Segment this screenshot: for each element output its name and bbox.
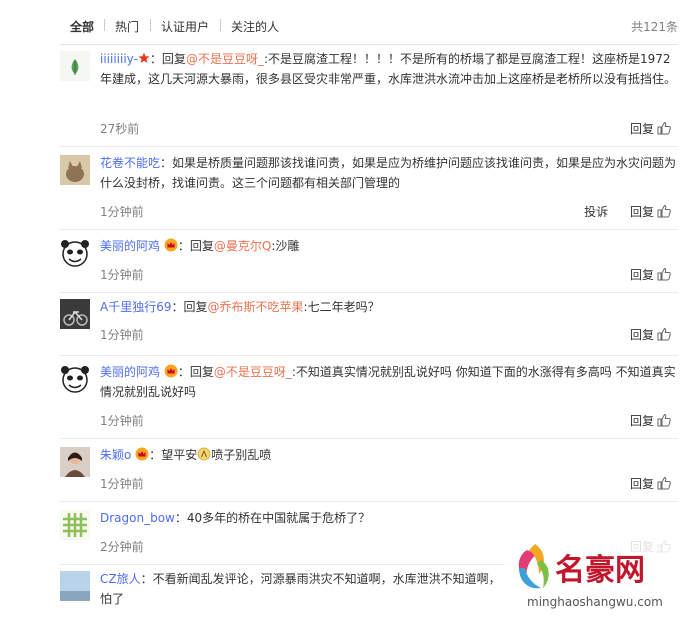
comment-item: 朱颖o ：望平安 喷子别乱喷 1分钟前 回复 xyxy=(60,439,678,502)
comment-username[interactable]: CZ旅人 xyxy=(100,572,141,586)
comment-username[interactable]: Dragon_bow xyxy=(100,511,175,525)
panda-meme-avatar[interactable] xyxy=(60,238,90,268)
comment-actions: 回复 xyxy=(612,412,654,429)
comment-item: 美丽的阿鸡 ：回复@不是豆豆呀_:不知道真实情况就别乱说好吗 你知道下面的水涨得… xyxy=(60,356,678,439)
comment-text: 朱颖o ：望平安 喷子别乱喷 xyxy=(100,447,272,462)
comment-time: 1分钟前 xyxy=(100,328,144,342)
comment-count: 共121条 xyxy=(631,20,678,34)
crown-badge-icon xyxy=(164,364,178,378)
reply-button[interactable]: 回复 xyxy=(630,205,654,219)
comment-time: 1分钟前 xyxy=(100,414,144,428)
comment-text: A千里独行69：回复@乔布斯不吃苹果:七二年老吗？ xyxy=(100,300,380,314)
tab-hot[interactable]: 热门 xyxy=(115,18,139,35)
site-watermark: 名豪网 minghaoshangwu.com xyxy=(505,530,690,614)
mention-link[interactable]: @不是豆豆呀_ xyxy=(214,365,292,379)
comment-text: Dragon_bow：40多年的桥在中国就属于危桥了？ xyxy=(100,511,371,525)
reply-button[interactable]: 回复 xyxy=(630,414,654,428)
reply-button[interactable]: 回复 xyxy=(630,328,654,342)
comment-item: 美丽的阿鸡 ：回复@曼克尔Q:沙雕 1分钟前 回复 xyxy=(60,230,678,293)
report-button[interactable]: 投诉 xyxy=(584,205,608,219)
comment-text: iiiiiiiiy- ：回复@不是豆豆呀_:不是豆腐渣工程！！！！不是所有的桥塌了… xyxy=(100,50,677,86)
thumbs-up-icon[interactable] xyxy=(656,120,672,136)
reply-button[interactable]: 回复 xyxy=(630,122,654,136)
mention-link[interactable]: @曼克尔Q xyxy=(214,239,271,253)
tab-all[interactable]: 全部 xyxy=(70,18,94,35)
comment-actions: 回复 xyxy=(612,475,654,492)
thumbs-up-icon[interactable] xyxy=(656,475,672,491)
watermark-logo-icon: 名豪网 minghaoshangwu.com xyxy=(505,530,690,614)
comment-time: 27秒前 xyxy=(100,122,140,136)
tab-separator xyxy=(220,19,221,31)
thumbs-up-icon[interactable] xyxy=(656,326,672,342)
reply-button[interactable]: 回复 xyxy=(630,268,654,282)
tab-following[interactable]: 关注的人 xyxy=(231,18,279,35)
leaf-avatar[interactable] xyxy=(60,51,90,81)
comment-text: 花卷不能吃：如果是桥质量问题那该找谁问责，如果是应为桥维护问题应该找谁问责，如果… xyxy=(100,156,677,190)
thumbs-up-icon[interactable] xyxy=(656,412,672,428)
comment-username[interactable]: A千里独行69 xyxy=(100,300,171,314)
mention-link[interactable]: @乔布斯不吃苹果 xyxy=(208,300,304,314)
comment-username[interactable]: 朱颖o xyxy=(100,448,131,462)
thumbs-up-icon[interactable] xyxy=(656,266,672,282)
pray-emoji-icon xyxy=(197,447,211,461)
motorbike-avatar[interactable] xyxy=(60,299,90,329)
thumbs-up-icon[interactable] xyxy=(656,203,672,219)
comment-text: 美丽的阿鸡 ：回复@不是豆豆呀_:不知道真实情况就别乱说好吗 你知道下面的水涨得… xyxy=(100,364,676,399)
panda-meme-avatar[interactable] xyxy=(60,364,90,394)
comment-actions: 回复 xyxy=(612,120,654,137)
comment-time: 2分钟前 xyxy=(100,540,144,554)
comment-time: 1分钟前 xyxy=(100,205,144,219)
comment-actions: 投诉 回复 xyxy=(566,203,654,220)
comment-text: 美丽的阿鸡 ：回复@曼克尔Q:沙雕 xyxy=(100,238,300,253)
comment-actions: 回复 xyxy=(612,326,654,343)
comment-username[interactable]: 美丽的阿鸡 xyxy=(100,239,160,253)
comment-item: A千里独行69：回复@乔布斯不吃苹果:七二年老吗？ 1分钟前 回复 xyxy=(60,293,678,356)
cat-avatar[interactable] xyxy=(60,155,90,185)
grid-avatar[interactable] xyxy=(60,510,90,540)
reply-button[interactable]: 回复 xyxy=(630,477,654,491)
comment-item: iiiiiiiiy- ：回复@不是豆豆呀_:不是豆腐渣工程！！！！不是所有的桥塌了… xyxy=(60,45,678,147)
tab-verified-users[interactable]: 认证用户 xyxy=(161,18,209,35)
comment-filter-tabs: 全部 热门 认证用户 关注的人 共121条 xyxy=(60,0,678,45)
comment-item: 花卷不能吃：如果是桥质量问题那该找谁问责，如果是应为桥维护问题应该找谁问责，如果… xyxy=(60,147,678,230)
comment-time: 1分钟前 xyxy=(100,477,144,491)
watermark-url: minghaoshangwu.com xyxy=(527,595,663,609)
sky-avatar[interactable] xyxy=(60,571,90,601)
comment-username[interactable]: 美丽的阿鸡 xyxy=(100,365,160,379)
watermark-brand: 名豪网 xyxy=(555,553,645,588)
woman-avatar[interactable] xyxy=(60,447,90,477)
comment-username[interactable]: iiiiiiiiy- xyxy=(100,52,138,66)
crown-badge-icon xyxy=(164,238,178,252)
comment-time: 1分钟前 xyxy=(100,268,144,282)
tab-separator xyxy=(104,19,105,31)
crown-badge-icon xyxy=(135,447,149,461)
comment-username[interactable]: 花卷不能吃 xyxy=(100,156,160,170)
comment-actions: 回复 xyxy=(612,266,654,283)
star-badge-icon xyxy=(138,50,150,63)
mention-link[interactable]: @不是豆豆呀_ xyxy=(186,52,264,66)
tab-separator xyxy=(150,19,151,31)
